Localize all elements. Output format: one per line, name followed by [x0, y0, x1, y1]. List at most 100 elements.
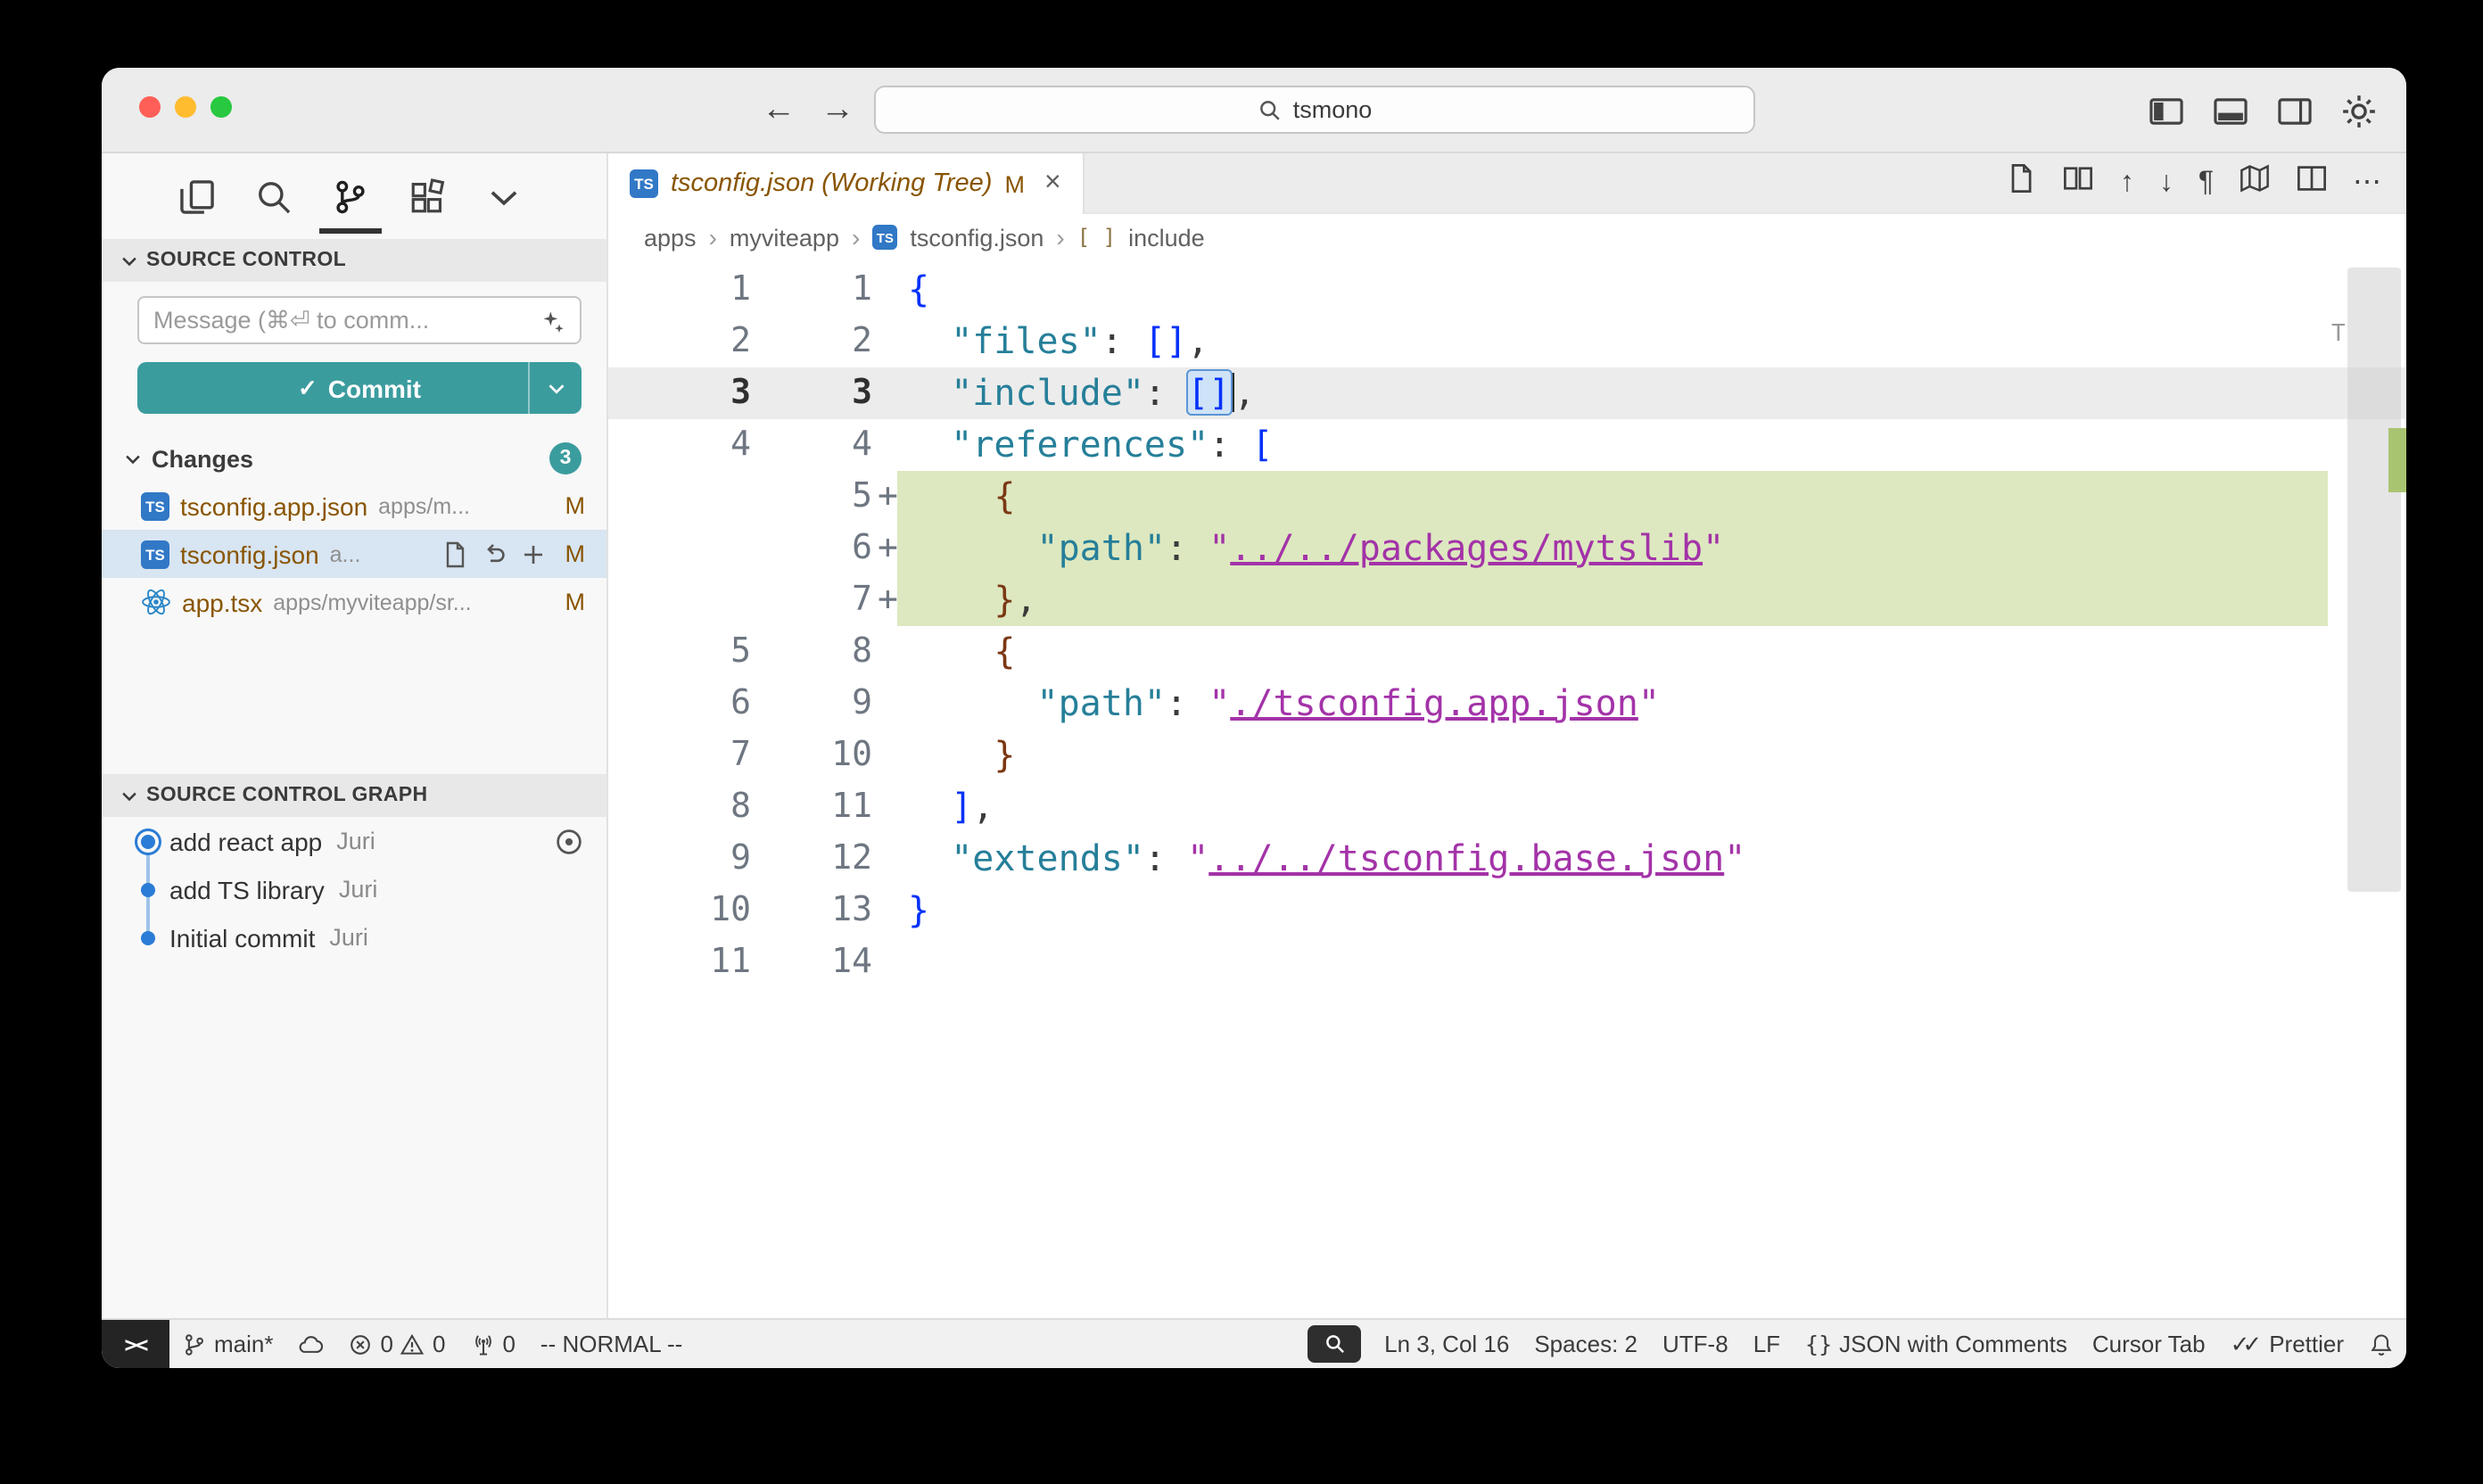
breadcrumb-item-file[interactable]: tsconfig.json [910, 224, 1044, 251]
added-line-marker: + [872, 471, 897, 523]
open-file-icon[interactable] [2006, 162, 2038, 203]
explorer-icon[interactable] [178, 177, 216, 215]
code-line[interactable]: 1013} [608, 885, 2406, 936]
compare-icon[interactable] [2063, 162, 2095, 203]
code-editor[interactable]: 11{22 "files": [],33 "include": [],44 "r… [608, 260, 2406, 1318]
problems-indicator[interactable]: 0 0 [336, 1320, 458, 1368]
new-line-number: 10 [751, 730, 872, 781]
encoding-setting[interactable]: UTF-8 [1650, 1320, 1741, 1368]
old-line-number: 8 [608, 781, 751, 833]
language-mode[interactable]: {} JSON with Comments [1793, 1320, 2080, 1368]
source-control-graph-header[interactable]: SOURCE CONTROL GRAPH [102, 774, 606, 817]
activity-bar [102, 153, 606, 239]
whitespace-icon[interactable]: ¶ [2198, 169, 2214, 197]
stage-changes-icon[interactable] [519, 540, 548, 568]
source-control-icon[interactable] [332, 177, 369, 215]
code-line[interactable]: 912 "extends": "../../tsconfig.base.json… [608, 833, 2406, 885]
breadcrumb-item-apps[interactable]: apps [644, 224, 697, 251]
more-views-chevron-icon[interactable] [485, 177, 523, 215]
old-line-number: 11 [608, 936, 751, 988]
ports-indicator[interactable]: 0 [458, 1320, 527, 1368]
commit-dropdown-button[interactable] [528, 362, 582, 414]
chevron-down-icon [123, 449, 143, 468]
sync-indicator[interactable] [286, 1320, 336, 1368]
sparkle-icon[interactable] [540, 308, 565, 333]
code-line-content: "path": "../../packages/mytslib" [897, 523, 2328, 574]
commit-row[interactable]: add TS libraryJuri [102, 865, 606, 913]
zoom-indicator[interactable] [1307, 1325, 1361, 1363]
cursor-tab-indicator[interactable]: Cursor Tab [2080, 1320, 2218, 1368]
eol-setting[interactable]: LF [1741, 1320, 1793, 1368]
code-line[interactable]: 58 { [608, 626, 2406, 678]
commit-message: add react app [169, 827, 322, 855]
code-line[interactable]: 5+ { [608, 471, 2406, 523]
back-button[interactable]: ← [762, 91, 796, 130]
more-actions-icon[interactable]: ⋯ [2353, 169, 2381, 197]
code-line[interactable]: 33 "include": [], [608, 367, 2406, 419]
search-view-icon[interactable] [255, 177, 293, 215]
scrollbar-thumb[interactable] [2347, 268, 2401, 892]
code-line[interactable]: 811 ], [608, 781, 2406, 833]
remote-icon: >< [125, 1331, 147, 1356]
split-editor-icon[interactable] [2296, 162, 2328, 203]
close-tab-icon[interactable]: × [1044, 168, 1061, 200]
ts-file-icon: TS [630, 169, 658, 198]
forward-button[interactable]: → [821, 91, 854, 130]
code-line-content: "include": [], [897, 367, 2406, 419]
scm-file-row[interactable]: TStsconfig.app.jsonapps/m...M [102, 482, 606, 530]
vscode-window: ← → tsmono [102, 68, 2406, 1368]
command-center[interactable]: tsmono [874, 86, 1755, 134]
search-icon [1258, 97, 1283, 122]
new-line-number: 11 [751, 781, 872, 833]
file-path: a... [330, 541, 361, 566]
commit-row[interactable]: add react appJuri [102, 817, 606, 865]
minimap[interactable]: T [2328, 260, 2406, 1318]
commit-row[interactable]: Initial commitJuri [102, 913, 606, 961]
maximize-window-button[interactable] [210, 96, 232, 118]
added-line-marker [872, 626, 897, 678]
code-line[interactable]: 11{ [608, 264, 2406, 316]
commit-message-input[interactable]: Message (⌘⏎ to comm... [137, 296, 582, 344]
code-line-content: "extends": "../../tsconfig.base.json" [897, 833, 2406, 885]
changes-section-header[interactable]: Changes 3 [102, 435, 606, 482]
minimize-window-button[interactable] [175, 96, 196, 118]
code-line[interactable]: 44 "references": [ [608, 419, 2406, 471]
code-line[interactable]: 7+ }, [608, 574, 2406, 626]
file-path: apps/myviteapp/sr... [273, 589, 471, 614]
commit-button[interactable]: ✓ Commit [137, 362, 582, 414]
react-file-icon [141, 587, 171, 617]
cursor-position[interactable]: Ln 3, Col 16 [1372, 1320, 1522, 1368]
code-line[interactable]: 6+ "path": "../../packages/mytslib" [608, 523, 2406, 574]
code-line[interactable]: 22 "files": [], [608, 316, 2406, 367]
code-line[interactable]: 710 } [608, 730, 2406, 781]
notifications-bell[interactable] [2356, 1320, 2406, 1368]
source-control-header[interactable]: SOURCE CONTROL [102, 239, 606, 282]
toggle-primary-sidebar-icon[interactable] [2148, 92, 2185, 129]
commit-message-placeholder: Message (⌘⏎ to comm... [153, 306, 540, 334]
tab-tsconfig-working-tree[interactable]: TS tsconfig.json (Working Tree) M × [608, 153, 1085, 214]
formatter-indicator[interactable]: ✓✓ Prettier [2218, 1320, 2356, 1368]
next-change-icon[interactable]: ↓ [2159, 169, 2174, 197]
toggle-secondary-sidebar-icon[interactable] [2276, 92, 2314, 129]
previous-change-icon[interactable]: ↑ [2120, 169, 2134, 197]
map-icon[interactable] [2239, 162, 2271, 203]
close-window-button[interactable] [139, 96, 161, 118]
remote-indicator[interactable]: >< [102, 1320, 169, 1368]
toggle-panel-icon[interactable] [2212, 92, 2249, 129]
settings-gear-icon[interactable] [2340, 92, 2378, 129]
scm-file-row[interactable]: TStsconfig.jsona...M [102, 530, 606, 578]
open-file-icon[interactable] [441, 540, 469, 568]
branch-name: main* [214, 1331, 274, 1357]
code-line[interactable]: 1114 [608, 936, 2406, 988]
breadcrumb-item-symbol[interactable]: include [1128, 224, 1205, 251]
indentation-setting[interactable]: Spaces: 2 [1522, 1320, 1650, 1368]
checkout-target-icon[interactable] [553, 825, 585, 857]
scm-file-row[interactable]: app.tsxapps/myviteapp/sr...M [102, 578, 606, 626]
branch-indicator[interactable]: main* [169, 1320, 286, 1368]
new-line-number: 5 [751, 471, 872, 523]
extensions-icon[interactable] [408, 177, 446, 215]
new-line-number: 13 [751, 885, 872, 936]
breadcrumb-item-myviteapp[interactable]: myviteapp [730, 224, 839, 251]
discard-changes-icon[interactable] [480, 540, 508, 568]
code-line[interactable]: 69 "path": "./tsconfig.app.json" [608, 678, 2406, 730]
